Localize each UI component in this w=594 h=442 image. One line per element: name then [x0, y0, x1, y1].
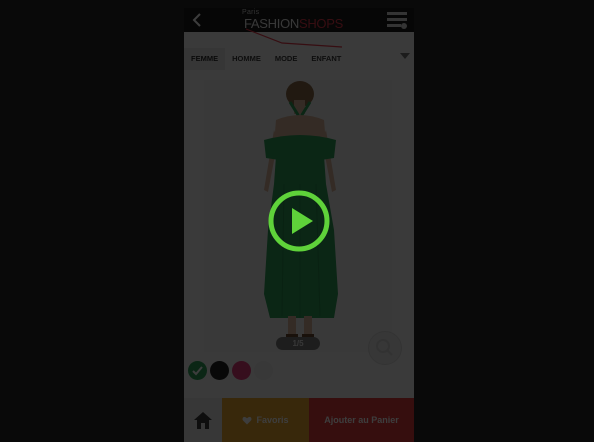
home-button[interactable] — [184, 398, 222, 442]
favoris-button[interactable]: Favoris — [222, 398, 309, 442]
color-swatches — [188, 361, 273, 383]
video-stage: Paris FASHIONSHOPS FEMME HOMME MODE ENFA… — [0, 0, 594, 442]
bottom-action-bar: Favoris Ajouter au Panier — [184, 398, 414, 442]
list-menu-icon — [387, 12, 407, 29]
home-icon — [194, 412, 212, 429]
add-to-cart-button[interactable]: Ajouter au Panier — [309, 398, 414, 442]
play-icon — [268, 190, 330, 252]
swatch-black[interactable] — [210, 361, 229, 380]
swatch-white[interactable] — [254, 361, 273, 380]
heart-icon — [242, 416, 252, 424]
category-tabs: FEMME HOMME MODE ENFANT — [184, 48, 414, 70]
chevron-left-icon — [192, 13, 201, 27]
tab-homme[interactable]: HOMME — [225, 48, 268, 70]
check-icon — [192, 366, 203, 376]
add-to-cart-label: Ajouter au Panier — [324, 415, 399, 425]
play-button[interactable] — [267, 189, 331, 253]
tab-femme[interactable]: FEMME — [184, 48, 226, 70]
zoom-icon — [376, 339, 393, 356]
menu-button[interactable] — [386, 10, 408, 30]
back-button[interactable] — [186, 8, 208, 32]
tab-enfant[interactable]: ENFANT — [304, 48, 348, 70]
logo-subtitle: Paris — [242, 9, 260, 16]
favoris-label: Favoris — [256, 415, 289, 425]
swatch-green[interactable] — [188, 361, 207, 380]
image-counter: 1/5 — [276, 337, 320, 350]
zoom-button[interactable] — [368, 331, 402, 365]
tab-mode[interactable]: MODE — [268, 48, 305, 70]
tabs-dropdown-icon[interactable] — [400, 53, 410, 59]
swatch-pink[interactable] — [232, 361, 251, 380]
